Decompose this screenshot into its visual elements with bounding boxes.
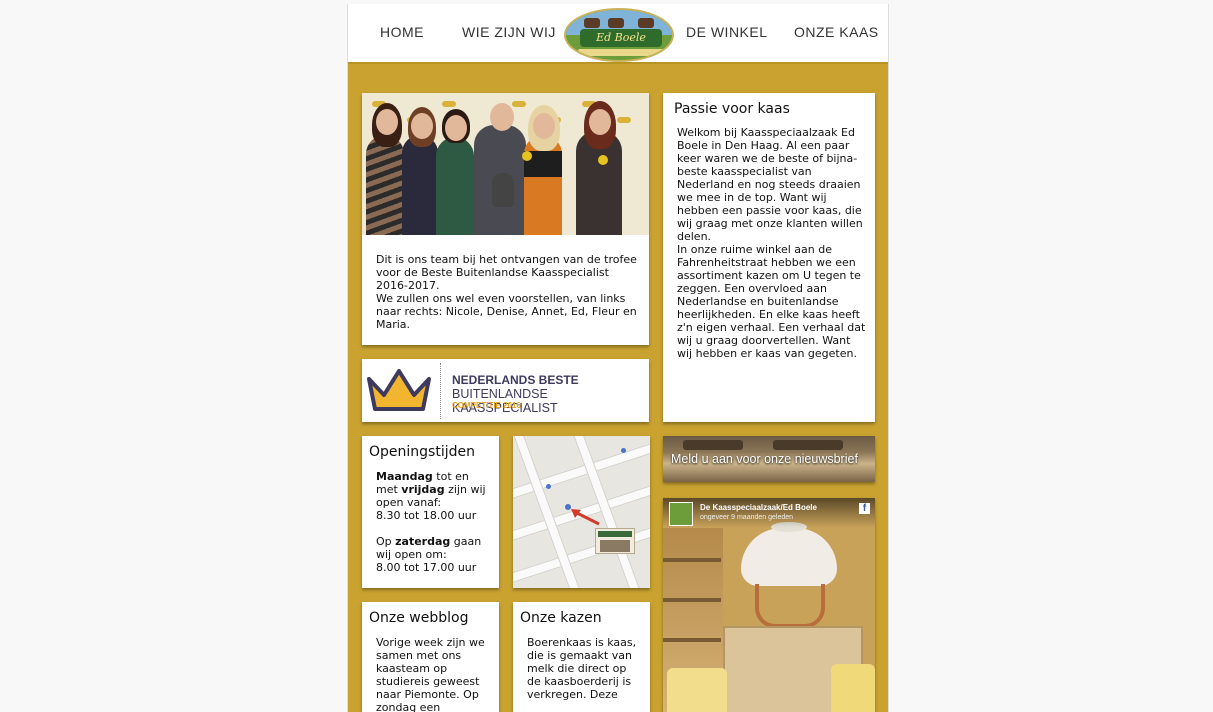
- award-title: NEDERLANDS BESTE: [452, 373, 579, 387]
- backdrop-logo: [442, 101, 456, 107]
- nav-wie-zijn-wij[interactable]: WIE ZIJN WIJ: [462, 24, 556, 40]
- nav-onze-kaas[interactable]: ONZE KAAS: [794, 24, 879, 40]
- shelf: [663, 598, 721, 602]
- saturday-time: 8.00 tot 17.00 uur: [376, 561, 477, 574]
- face: [490, 103, 514, 131]
- cow-icon: [608, 18, 624, 28]
- award-competition: COMPETITIE 2016: [452, 401, 521, 410]
- cow-icon: [638, 18, 654, 28]
- face: [589, 109, 611, 135]
- team-caption: Dit is ons team bij het ontvangen van de…: [376, 253, 638, 331]
- face: [445, 115, 467, 141]
- webblog-card[interactable]: Onze webblog Vorige week zijn we samen m…: [362, 602, 499, 712]
- fondue-stand: [755, 584, 825, 628]
- backdrop-logo: [617, 117, 631, 123]
- weekday-hours: Maandag tot en met vrijdag zijn wij open…: [376, 470, 494, 509]
- team-member: [436, 137, 474, 235]
- top-navigation: HOME WIE ZIJN WIJ Ed Boele DE WINKEL ONZ…: [348, 4, 888, 64]
- hours-text: Op: [376, 535, 396, 548]
- face: [411, 113, 433, 139]
- facebook-widget[interactable]: De Kaasspeciaalzaak/Ed Boele ongeveer 9 …: [663, 498, 875, 712]
- facebook-post-time[interactable]: ongeveer 9 maanden geleden: [700, 514, 793, 521]
- team-member: [402, 135, 438, 235]
- arrow-icon: [571, 509, 600, 526]
- team-caption-text: We zullen ons wel even voorstellen, van …: [376, 292, 637, 331]
- logo-sign: Ed Boele: [580, 29, 662, 47]
- facebook-page-name[interactable]: De Kaasspeciaalzaak/Ed Boele: [700, 503, 817, 512]
- backdrop-logo: [512, 101, 526, 107]
- cheese-shelf: [773, 440, 843, 450]
- flower-icon: [598, 155, 608, 165]
- trophy-icon: [492, 173, 514, 207]
- fondue-pot: [741, 528, 837, 586]
- shop-window: [600, 540, 630, 552]
- nav-de-winkel[interactable]: DE WINKEL: [686, 24, 768, 40]
- passie-title: Passie voor kaas: [674, 101, 790, 117]
- map-image[interactable]: [513, 436, 650, 588]
- shelf: [663, 638, 721, 642]
- flower-icon: [522, 151, 532, 161]
- face: [376, 109, 398, 135]
- passie-paragraph: Welkom bij Kaasspeciaalzaak Ed Boele in …: [677, 126, 863, 243]
- opening-hours-body: Maandag tot en met vrijdag zijn wij open…: [376, 470, 494, 574]
- webblog-title[interactable]: Onze webblog: [369, 610, 468, 626]
- cheese-wheel: [667, 668, 727, 712]
- opening-hours-card: Openingstijden Maandag tot en met vrijda…: [362, 436, 499, 588]
- saturday-hours: Op zaterdag gaan wij open om:: [376, 535, 494, 561]
- cheese-wheel: [831, 664, 875, 712]
- facebook-avatar[interactable]: [669, 502, 693, 526]
- kazen-card[interactable]: Onze kazen Boerenkaas is kaas, die is ge…: [513, 602, 650, 712]
- nav-home[interactable]: HOME: [380, 24, 424, 40]
- crown-icon: [367, 369, 431, 411]
- face: [533, 113, 555, 139]
- team-caption-text: Dit is ons team bij het ontvangen van de…: [376, 253, 637, 292]
- newsletter-banner[interactable]: Meld u aan voor onze nieuwsbrief: [663, 436, 875, 482]
- page-container: HOME WIE ZIJN WIJ Ed Boele DE WINKEL ONZ…: [347, 4, 889, 712]
- team-card: Dit is ons team bij het ontvangen van de…: [362, 93, 649, 345]
- cheese-shelf: [683, 440, 743, 450]
- shop-awning: [598, 531, 632, 537]
- passie-paragraph: In onze ruime winkel aan de Fahrenheitst…: [677, 243, 866, 360]
- day-label: vrijdag: [401, 483, 445, 496]
- location-map[interactable]: [513, 436, 650, 588]
- webblog-excerpt: Vorige week zijn we samen met ons kaaste…: [376, 636, 485, 712]
- kazen-title[interactable]: Onze kazen: [520, 610, 602, 626]
- cow-icon: [584, 18, 600, 28]
- passie-body: Welkom bij Kaasspeciaalzaak Ed Boele in …: [677, 126, 867, 360]
- newsletter-link[interactable]: Meld u aan voor onze nieuwsbrief: [671, 452, 858, 466]
- shop-photo: [595, 528, 635, 554]
- team-photo: [362, 93, 649, 235]
- opening-hours-title: Openingstijden: [369, 444, 475, 460]
- facebook-icon[interactable]: f: [859, 503, 870, 514]
- facebook-post-image[interactable]: De Kaasspeciaalzaak/Ed Boele ongeveer 9 …: [663, 498, 875, 712]
- site-logo[interactable]: Ed Boele: [564, 8, 674, 62]
- map-pin-icon: [546, 484, 551, 489]
- newsletter-image[interactable]: Meld u aan voor onze nieuwsbrief: [663, 436, 875, 482]
- day-label: Maandag: [376, 470, 433, 483]
- day-label: zaterdag: [395, 535, 451, 548]
- team-member: [366, 135, 404, 235]
- award-banner[interactable]: NEDERLANDS BESTE BUITENLANDSE KAASSPECIA…: [362, 359, 649, 422]
- logo-ribbon: [578, 49, 664, 56]
- map-pin-icon: [621, 448, 626, 453]
- kazen-excerpt: Boerenkaas is kaas, die is gemaakt van m…: [527, 636, 637, 701]
- weekday-time: 8.30 tot 18.00 uur: [376, 509, 477, 522]
- banner-divider: [440, 363, 441, 419]
- passie-card: Passie voor kaas Welkom bij Kaasspeciaal…: [663, 93, 875, 422]
- shelf: [663, 558, 721, 562]
